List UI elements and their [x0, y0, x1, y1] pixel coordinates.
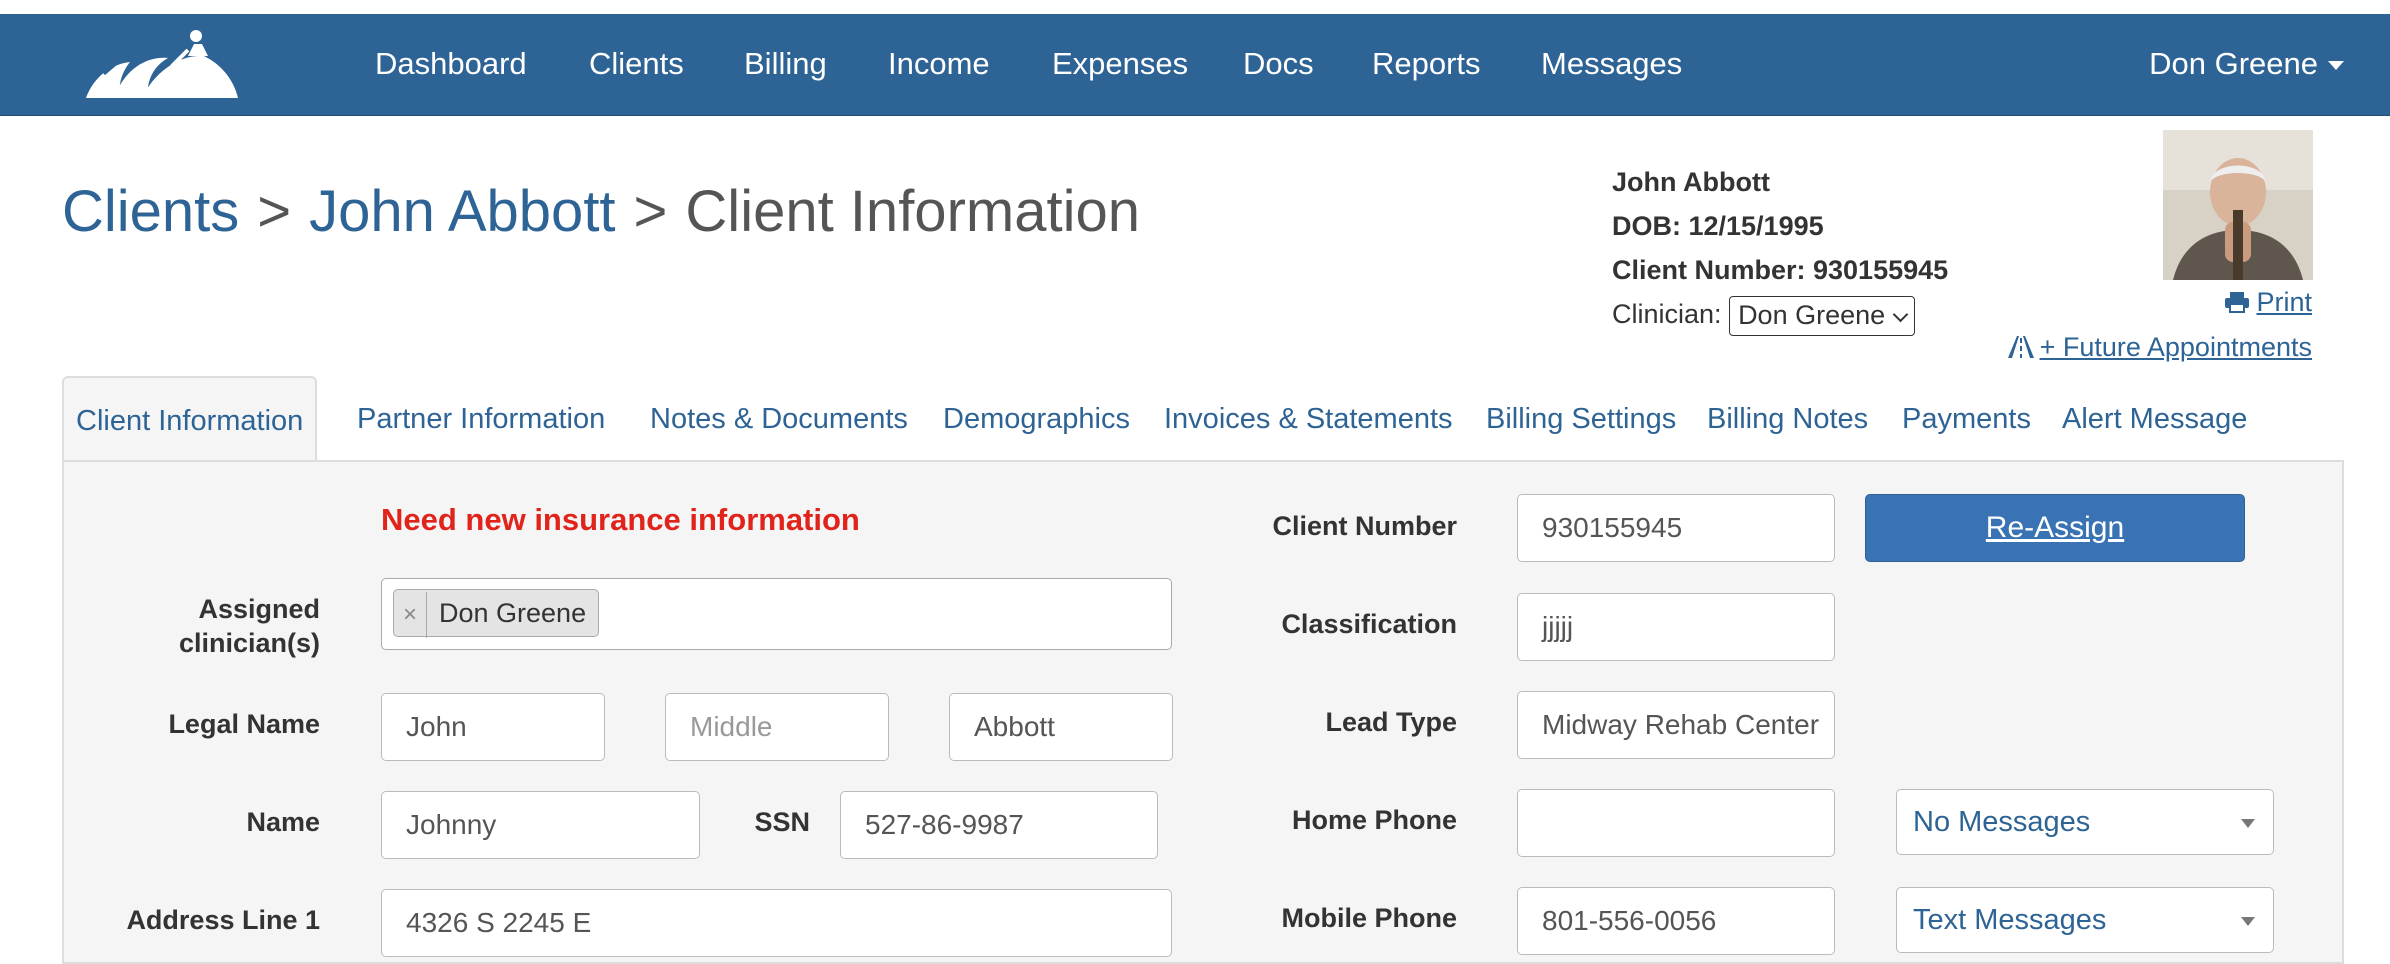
chevron-down-icon [1892, 306, 1909, 323]
tab-notes-documents[interactable]: Notes & Documents [650, 376, 908, 462]
breadcrumb-client-link[interactable]: John Abbott [309, 179, 615, 244]
dropdown-arrow-icon [2241, 819, 2255, 828]
nav-income[interactable]: Income [888, 44, 990, 84]
user-menu[interactable]: Don Greene [2149, 44, 2344, 84]
alert-message-text: Need new insurance information [381, 502, 860, 537]
user-menu-label: Don Greene [2149, 46, 2318, 81]
breadcrumb-separator: > [633, 179, 668, 244]
mobile-phone-input[interactable]: 801-556-0056 [1517, 887, 1835, 955]
tab-client-information[interactable]: Client Information [62, 376, 318, 466]
clinician-select-value: Don Greene [1738, 299, 1886, 330]
client-summary-card: John Abbott DOB: 12/15/1995 Client Numbe… [1612, 160, 1948, 336]
clinician-row: Clinician: Don Greene [1612, 292, 1948, 336]
tab-invoices-statements[interactable]: Invoices & Statements [1164, 376, 1453, 462]
classification-label: Classification [1281, 609, 1457, 639]
nav-messages[interactable]: Messages [1541, 44, 1682, 84]
client-summary-name: John Abbott [1612, 167, 1770, 197]
home-phone-label: Home Phone [1291, 805, 1457, 835]
page-title: Client Information [685, 179, 1140, 244]
client-summary-number: Client Number: 930155945 [1612, 255, 1949, 285]
nav-billing[interactable]: Billing [744, 44, 827, 84]
printer-icon [2225, 292, 2250, 313]
assigned-clinicians-label-line2: clinician(s) [178, 628, 320, 658]
tab-billing-settings[interactable]: Billing Settings [1486, 376, 1676, 462]
future-appointments-label: + Future Appointments [2039, 332, 2312, 362]
nav-expenses[interactable]: Expenses [1052, 44, 1188, 84]
caret-down-icon [2328, 61, 2344, 71]
classification-input[interactable]: jjjjj [1517, 593, 1835, 661]
assigned-clinician-tag-label: Don Greene [439, 598, 587, 628]
nav-dashboard[interactable]: Dashboard [375, 44, 527, 84]
tab-payments[interactable]: Payments [1902, 376, 2031, 462]
breadcrumb-clients-link[interactable]: Clients [62, 179, 239, 244]
name-label: Name [246, 807, 320, 837]
dropdown-arrow-icon [2241, 917, 2255, 926]
lead-type-label: Lead Type [1325, 707, 1457, 737]
reassign-button[interactable]: Re-Assign [1865, 494, 2245, 562]
assigned-clinician-tag: × Don Greene [393, 589, 600, 638]
print-label: Print [2256, 287, 2312, 317]
nav-reports[interactable]: Reports [1372, 44, 1481, 84]
lead-type-input[interactable]: Midway Rehab Center [1517, 691, 1835, 759]
nav-clients[interactable]: Clients [589, 44, 684, 84]
top-navbar: Dashboard Clients Billing Income Expense… [0, 14, 2390, 116]
first-name-input[interactable]: John [381, 693, 605, 761]
clinician-label: Clinician: [1612, 299, 1722, 329]
tab-partner-information[interactable]: Partner Information [357, 376, 605, 462]
client-photo-icon [2163, 130, 2313, 280]
middle-name-input[interactable]: Middle [665, 693, 889, 761]
assigned-clinicians-multiselect[interactable]: × Don Greene [381, 578, 1172, 650]
assigned-clinicians-label-line1: Assigned [198, 594, 320, 624]
mobile-phone-label: Mobile Phone [1281, 903, 1458, 933]
home-phone-message-select[interactable]: No Messages [1896, 789, 2274, 855]
last-name-input[interactable]: Abbott [949, 693, 1173, 761]
mobile-phone-message-select[interactable]: Text Messages [1896, 887, 2274, 953]
client-tabs: Client Information Partner Information N… [62, 376, 2342, 466]
remove-tag-icon[interactable]: × [394, 592, 427, 638]
nav-docs[interactable]: Docs [1243, 44, 1314, 84]
client-avatar [2163, 130, 2313, 280]
address-line-1-input[interactable]: 4326 S 2245 E [381, 889, 1172, 957]
ssn-input[interactable]: 527-86-9987 [840, 791, 1158, 859]
future-appointments-link[interactable]: + Future Appointments [2006, 332, 2312, 363]
mobile-phone-message-value: Text Messages [1913, 904, 2107, 936]
ssn-label: SSN [754, 807, 810, 837]
client-summary-dob: DOB: 12/15/1995 [1612, 211, 1824, 241]
tab-demographics[interactable]: Demographics [943, 376, 1130, 462]
breadcrumb: Clients > John Abbott > Client Information [62, 176, 1140, 248]
address-line-1-label: Address Line 1 [126, 905, 320, 935]
assigned-clinicians-label: Assigned clinician(s) [130, 592, 320, 660]
print-link[interactable]: Print [2224, 287, 2312, 318]
window-top-strip [0, 0, 2390, 14]
clinician-select[interactable]: Don Greene [1729, 295, 1916, 336]
app-logo-icon[interactable] [84, 26, 240, 106]
tab-alert-message[interactable]: Alert Message [2062, 376, 2247, 462]
legal-name-label: Legal Name [168, 709, 320, 739]
road-icon [2007, 336, 2034, 358]
home-phone-message-value: No Messages [1913, 806, 2091, 838]
breadcrumb-separator: > [257, 179, 292, 244]
client-number-input[interactable]: 930155945 [1517, 494, 1835, 562]
home-phone-input[interactable] [1517, 789, 1835, 857]
nickname-input[interactable]: Johnny [381, 791, 700, 859]
client-number-label: Client Number [1272, 511, 1457, 541]
tab-billing-notes[interactable]: Billing Notes [1707, 376, 1868, 462]
